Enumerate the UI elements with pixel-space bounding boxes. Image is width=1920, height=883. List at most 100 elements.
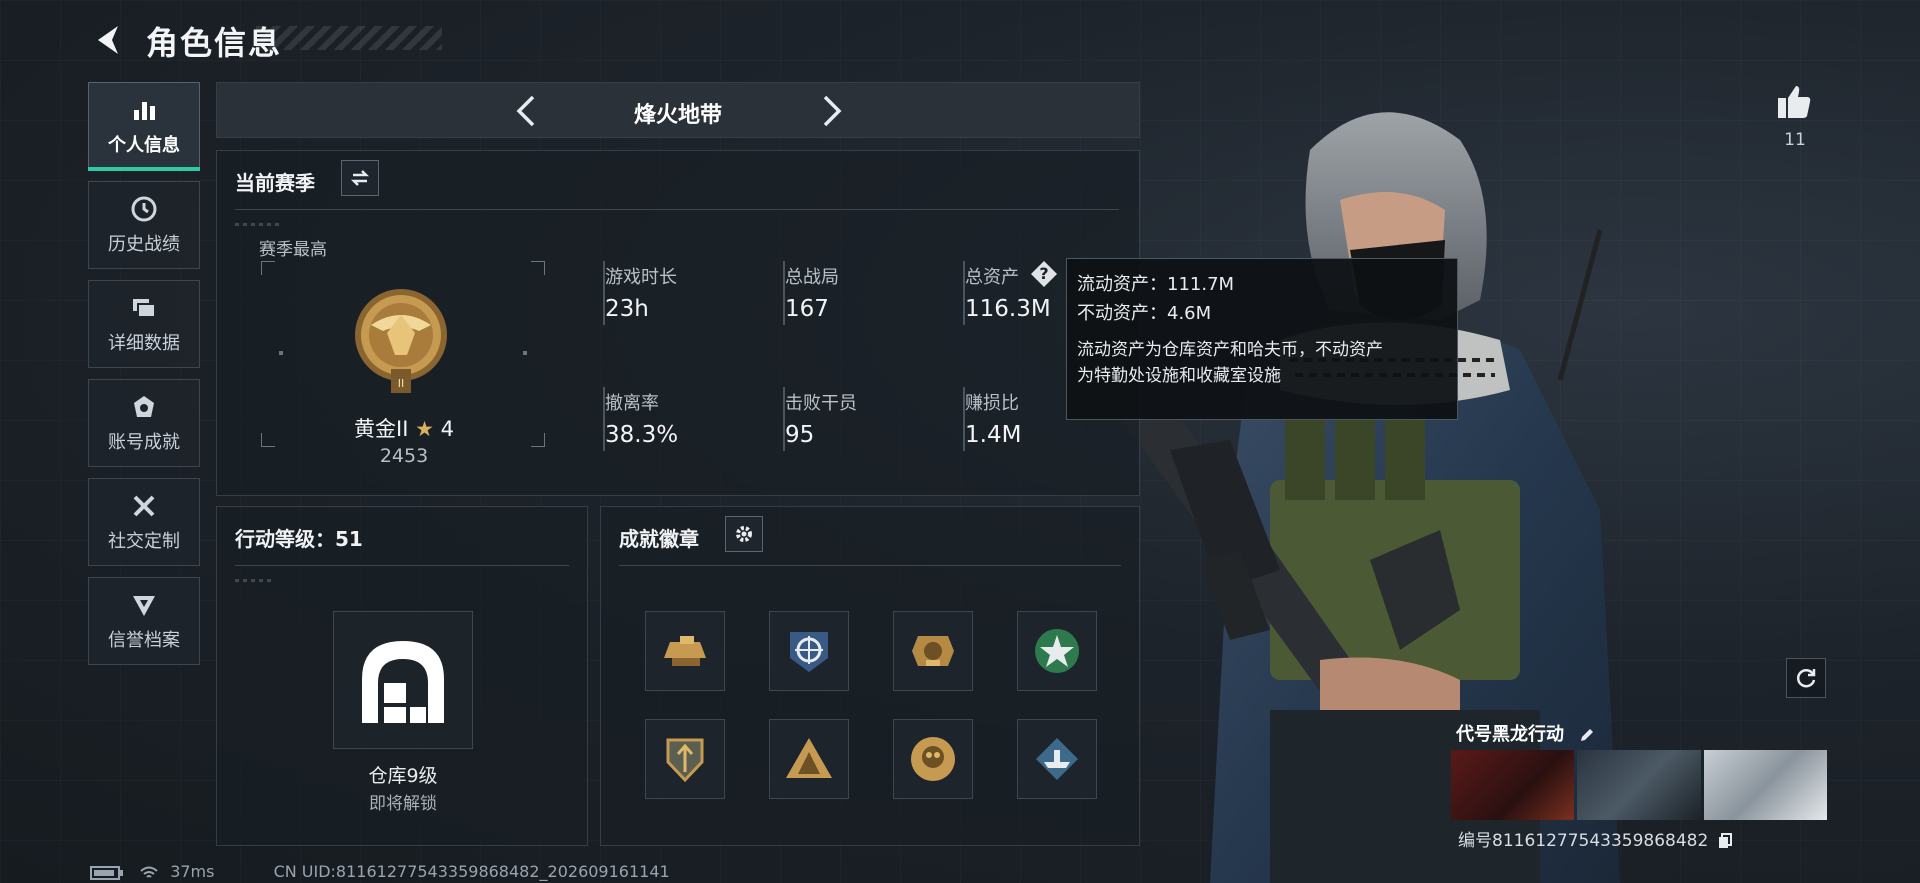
sidebar-item-label: 个人信息 [108, 135, 180, 156]
action-level-divider [235, 565, 569, 566]
stat-value-playtime: 23h [605, 296, 649, 322]
sidebar-item-reputation[interactable]: 信誉档案 [88, 577, 200, 665]
badges-panel: 成就徽章 [600, 506, 1140, 846]
refresh-icon [1796, 669, 1816, 688]
wifi-icon [140, 866, 158, 878]
stat-value-assets: 116.3M [965, 296, 1051, 322]
copy-icon[interactable] [1718, 833, 1732, 849]
tooltip-description: 流动资产为仓库资产和哈夫币，不动资产 为特勤处设施和收藏室设施 [1077, 337, 1447, 390]
badges-settings-button[interactable] [725, 516, 763, 552]
tooltip-desc-line: 流动资产为仓库资产和哈夫币，不动资产 [1077, 339, 1383, 360]
sidebar-item-social[interactable]: 社交定制 [88, 478, 200, 566]
stat-label-profit-ratio: 赚损比 [965, 393, 1019, 414]
sidebar-item-achievements[interactable]: 账号成就 [88, 379, 200, 467]
warehouse-unlock-card[interactable] [333, 611, 473, 749]
warehouse-icon [362, 641, 444, 723]
tooltip-fixed-assets: 不动资产：4.6M [1077, 302, 1212, 324]
tick-decoration [235, 579, 275, 582]
star-badge-icon [1035, 629, 1079, 673]
badge-slot[interactable] [893, 719, 973, 799]
chevron-right-icon [823, 95, 842, 127]
sidebar: 个人信息 历史战绩 详细数据 账号成就 社交定制 信誉档案 [88, 82, 202, 676]
stat-label-matches: 总战局 [785, 267, 839, 288]
badge-slot[interactable] [645, 611, 725, 691]
mode-switcher: 烽火地带 [216, 82, 1140, 138]
like-button[interactable] [1774, 82, 1814, 122]
eagle-badge-icon [912, 636, 954, 666]
assets-help-button[interactable]: ? [1031, 261, 1057, 287]
tools-icon [129, 491, 159, 521]
banner-image-strip[interactable] [1451, 750, 1827, 820]
sidebar-item-personal-info[interactable]: 个人信息 [88, 82, 200, 171]
gold-rank-emblem-icon: II [355, 289, 447, 393]
banner-image [1703, 750, 1827, 820]
question-icon: ? [1039, 264, 1049, 283]
unlock-title: 仓库9级 [368, 765, 438, 787]
shield-badge-icon [666, 738, 704, 783]
unlock-subtitle: 即将解锁 [369, 794, 437, 814]
sidebar-item-label: 账号成就 [108, 432, 180, 453]
badge-slot[interactable] [1017, 719, 1097, 799]
rank-name: 黄金II [354, 417, 409, 441]
season-switch-button[interactable] [341, 160, 379, 196]
rank-stars: 4 [440, 417, 454, 441]
sidebar-item-history[interactable]: 历史战绩 [88, 181, 200, 269]
sidebar-item-detailed-data[interactable]: 详细数据 [88, 280, 200, 368]
sidebar-item-label: 社交定制 [108, 531, 180, 552]
tank-badge-icon [664, 636, 706, 666]
action-level-heading: 行动等级：51 [235, 527, 363, 551]
uid-text: CN UID:811612775433598684​82_20260916114… [273, 862, 670, 881]
bar-chart-icon [129, 95, 159, 125]
badge-slot[interactable] [1017, 611, 1097, 691]
sidebar-item-label: 信誉档案 [108, 630, 180, 651]
assets-tooltip: 流动资产：111.7M 不动资产：4.6M 流动资产为仓库资产和哈夫币，不动资产… [1066, 258, 1458, 420]
tick-decoration [235, 223, 281, 226]
banner-image [1451, 750, 1575, 820]
mode-next-button[interactable] [813, 93, 847, 129]
history-clock-icon [129, 194, 159, 224]
stat-value-kills: 95 [785, 422, 815, 448]
badges-heading: 成就徽章 [619, 527, 699, 551]
rank-points: 2453 [379, 445, 429, 467]
stat-value-matches: 167 [785, 296, 829, 322]
back-button[interactable] [88, 20, 128, 60]
banner-id: 编号811612775433598684​82 [1458, 826, 1732, 851]
badges-divider [619, 565, 1121, 566]
soldiers-badge-icon [786, 738, 832, 778]
mode-title: 烽火地带 [633, 103, 722, 128]
edit-pencil-icon[interactable] [1578, 726, 1596, 744]
refresh-button[interactable] [1786, 658, 1826, 698]
banner-id-text: 编号811612775433598684​82 [1458, 831, 1709, 851]
badge-slot[interactable] [769, 719, 849, 799]
stat-value-profit-ratio: 1.4M [965, 422, 1022, 448]
gear-icon [736, 526, 752, 542]
action-level-panel: 行动等级：51 仓库9级 即将解锁 [216, 506, 588, 846]
badge-slot[interactable] [893, 611, 973, 691]
swap-icon [350, 170, 370, 186]
like-count: 11 [1784, 130, 1806, 150]
badge-slot[interactable] [645, 719, 725, 799]
title-decoration [256, 26, 442, 50]
season-best-label: 赛季最高 [259, 240, 327, 260]
back-arrow-icon [98, 26, 118, 54]
stat-label-kills: 击败干员 [785, 393, 857, 414]
ping-value: 37ms [170, 862, 215, 881]
thumbs-up-icon [1778, 86, 1811, 118]
sidebar-item-label: 历史战绩 [108, 234, 180, 255]
crosshair-badge-icon [790, 632, 828, 672]
stat-label-playtime: 游戏时长 [605, 267, 677, 288]
rank-star-icon: ★ [415, 417, 434, 441]
stat-label-extract-rate: 撤离率 [605, 393, 659, 414]
shield-icon [129, 590, 159, 620]
stat-value-extract-rate: 38.3% [605, 422, 679, 448]
sidebar-item-label: 详细数据 [108, 333, 180, 354]
banner-title: 代号黑龙行动 [1456, 720, 1596, 746]
stat-label-assets: 总资产 [965, 267, 1019, 288]
badge-slot[interactable] [769, 611, 849, 691]
medal-icon [129, 392, 159, 422]
banner-image [1577, 750, 1701, 820]
svg-text:II: II [398, 377, 405, 390]
tooltip-desc-line: 为特勤处设施和收藏室设施 [1077, 365, 1281, 386]
folders-icon [129, 293, 159, 323]
tooltip-liquid-assets: 流动资产：111.7M [1077, 274, 1235, 295]
